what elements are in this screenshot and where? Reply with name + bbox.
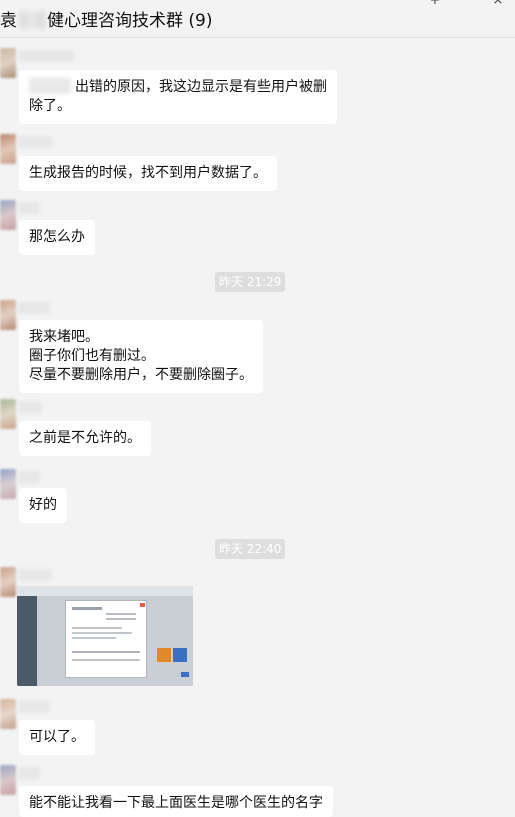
screenshot-blue-block xyxy=(173,648,187,662)
avatar[interactable] xyxy=(0,134,16,164)
sender-name xyxy=(18,569,52,581)
message-bubble[interactable]: 那怎么办 xyxy=(19,220,95,255)
message-bubble[interactable]: 我来堵吧。 圈子你们也有删过。 尽量不要删除用户，不要删除圈子。 xyxy=(19,320,263,393)
redacted-title-part xyxy=(19,11,45,29)
message-text: 能不能让我看一下最上面医生是哪个医生的名字 xyxy=(29,795,323,811)
message-bubble[interactable]: 能不能让我看一下最上面医生是哪个医生的名字 xyxy=(19,786,333,817)
avatar[interactable] xyxy=(0,567,16,597)
chat-title-prefix: 袁 xyxy=(0,11,17,31)
message-bubble[interactable]: 可以了。 xyxy=(19,720,95,755)
screenshot-orange-block xyxy=(157,648,171,662)
avatar[interactable] xyxy=(0,48,16,78)
message-bubble[interactable]: 生成报告的时候，找不到用户数据了。 xyxy=(19,156,277,191)
screenshot-sidebar xyxy=(17,596,37,686)
message-text: 之前是不允许的。 xyxy=(29,430,141,446)
redacted-text xyxy=(29,78,71,94)
sender-name xyxy=(18,50,74,62)
screenshot-toolbar xyxy=(17,586,193,596)
message-text: 生成报告的时候，找不到用户数据了。 xyxy=(29,165,267,181)
message-text: 我来堵吧。 圈子你们也有删过。 尽量不要删除用户，不要删除圈子。 xyxy=(29,329,253,383)
message-text: 可以了。 xyxy=(29,729,85,745)
sender-name xyxy=(18,202,40,214)
sender-name xyxy=(18,401,42,413)
pin-icon[interactable]: + xyxy=(428,0,442,8)
message-text: 那怎么办 xyxy=(29,229,85,245)
screenshot-dialog xyxy=(65,600,147,678)
chat-title-bar: 袁 健心理咨询技术群 (9) + × xyxy=(0,0,515,36)
sender-name xyxy=(18,471,40,483)
timestamp-badge: 昨天 22:40 xyxy=(215,539,286,559)
timestamp-badge: 昨天 21:29 xyxy=(215,272,286,292)
sender-name xyxy=(18,302,50,314)
chat-title-main: 健心理咨询技术群 (9) xyxy=(47,11,213,31)
sender-name xyxy=(18,701,50,713)
chat-title: 袁 健心理咨询技术群 (9) xyxy=(0,6,212,31)
message-bubble[interactable]: 出错的原因，我这边显示是有些用户被删 除了。 xyxy=(19,70,337,124)
message-bubble[interactable]: 好的 xyxy=(19,488,67,523)
avatar[interactable] xyxy=(0,300,16,330)
avatar[interactable] xyxy=(0,699,16,729)
avatar[interactable] xyxy=(0,469,16,499)
close-icon[interactable]: × xyxy=(491,0,505,8)
sender-name xyxy=(18,767,40,779)
title-divider xyxy=(0,37,515,38)
message-text: 好的 xyxy=(29,497,57,513)
image-attachment-icon[interactable] xyxy=(17,586,193,686)
sender-name xyxy=(18,136,52,148)
message-text: 出错的原因，我这边显示是有些用户被删 除了。 xyxy=(29,79,327,114)
message-bubble[interactable]: 之前是不允许的。 xyxy=(19,421,151,456)
screenshot-badge xyxy=(181,672,189,677)
avatar[interactable] xyxy=(0,399,16,429)
avatar[interactable] xyxy=(0,200,16,230)
avatar[interactable] xyxy=(0,765,16,795)
